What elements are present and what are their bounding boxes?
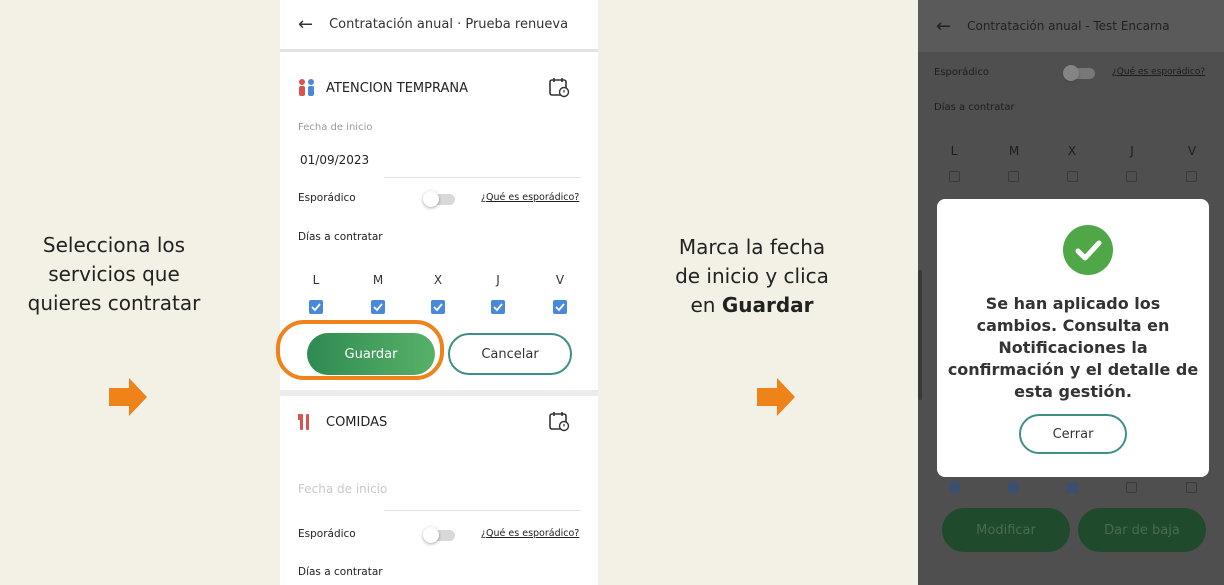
success-check-icon [1063,225,1113,275]
service-header-comidas: COMIDAS [296,408,580,436]
day-checkbox-v[interactable] [1186,171,1197,182]
start-date-field[interactable]: 01/09/2023 [300,153,369,167]
phone-screen-contract: ← Contratación anual · Prueba renueva AT… [280,0,598,585]
day-checkbox-j-lower[interactable] [1126,482,1137,493]
app-header: ← Contratación anual - Test Encarna [918,0,1224,52]
unsubscribe-button[interactable]: Dar de baja [1078,508,1206,552]
cutlery-icon [298,414,309,430]
instruction-line: en Guardar [652,291,852,320]
day-checkbox-l-lower[interactable] [949,482,960,493]
sporadic-toggle[interactable] [423,191,455,207]
sporadic-label: Esporádico [934,67,989,78]
day-label-l: L [950,144,958,158]
day-checkbox-m[interactable] [371,300,385,314]
day-checkbox-v-lower[interactable] [1186,482,1197,493]
close-button[interactable]: Cerrar [1019,414,1127,454]
message-line: cambios. Consulta en [976,316,1170,335]
divider [384,177,580,178]
instruction-bold: Guardar [721,293,814,317]
app-header: ← Contratación anual · Prueba renueva [280,0,598,52]
message-line: Notificaciones la [998,338,1148,357]
instruction-select-services: Selecciona los servicios que quieres con… [14,231,214,318]
day-checkbox-m-lower[interactable] [1008,482,1019,493]
instruction-line: quieres contratar [27,291,201,315]
days-label: Días a contratar [934,102,1015,113]
day-checkbox-j[interactable] [1126,171,1137,182]
sporadic-info-link[interactable]: ¿Qué es esporádico? [1112,67,1205,77]
sporadic-info-link[interactable]: ¿Qué es esporádico? [481,192,579,203]
days-label: Días a contratar [298,566,383,578]
confirmation-dialog: Se han aplicado los cambios. Consulta en… [937,199,1209,477]
phone-screen-confirmation: ← Contratación anual - Test Encarna Espo… [918,0,1224,585]
day-label-j: J [496,273,500,287]
day-checkbox-v[interactable] [553,300,567,314]
day-label-m: M [1008,144,1020,158]
message-line: esta gestión. [1014,382,1132,401]
service-name: COMIDAS [326,414,388,430]
message-line: Se han aplicado los [985,294,1161,313]
instruction-start-date: Marca la fecha de inicio y clica en Guar… [652,233,852,320]
sporadic-label: Esporádico [298,528,356,540]
back-arrow-icon[interactable]: ← [298,14,313,35]
scrollbar[interactable] [918,270,922,400]
instruction-line: de inicio y clica [675,264,829,288]
page-title: Contratación anual · Prueba renueva [329,17,569,32]
divider [384,510,580,511]
day-checkbox-j[interactable] [491,300,505,314]
back-arrow-icon[interactable]: ← [936,16,951,37]
day-checkbox-x[interactable] [1067,171,1078,182]
day-checkbox-x-lower[interactable] [1067,482,1078,493]
sporadic-info-link[interactable]: ¿Qué es esporádico? [481,528,579,539]
people-icon [299,79,314,96]
arrow-right-icon [757,378,795,416]
sporadic-toggle[interactable] [1063,65,1095,81]
day-label-v: V [555,273,565,287]
day-checkbox-l[interactable] [309,300,323,314]
calendar-icon[interactable] [548,410,570,432]
arrow-right-icon [109,378,147,416]
cancel-button[interactable]: Cancelar [448,333,572,375]
day-label-x: X [1067,144,1077,158]
sporadic-label: Esporádico [298,192,356,204]
section-separator [280,390,598,396]
modify-button[interactable]: Modificar [942,508,1070,552]
day-label-v: V [1187,144,1197,158]
day-checkbox-x[interactable] [431,300,445,314]
message-line: confirmación y el detalle de [947,360,1199,379]
instruction-prefix: en [690,293,716,317]
check-icon [373,303,383,312]
day-label-m: M [372,273,384,287]
sporadic-toggle[interactable] [423,527,455,543]
calendar-icon[interactable] [548,76,570,98]
instruction-line: Marca la fecha [678,235,826,259]
days-label: Días a contratar [298,231,383,243]
day-checkbox-l[interactable] [949,171,960,182]
day-checkbox-m[interactable] [1008,171,1019,182]
start-date-field[interactable]: Fecha de inicio [298,482,387,496]
confirmation-message: Se han aplicado los cambios. Consulta en… [947,293,1199,403]
save-highlight-outline [276,320,444,380]
check-icon [311,303,321,312]
day-label-j: J [1130,144,1134,158]
instruction-line: Selecciona los [42,233,186,257]
check-icon [555,303,565,312]
check-icon [433,303,443,312]
service-name: ATENCION TEMPRANA [326,80,468,96]
check-icon [493,303,503,312]
instruction-line: servicios que [48,262,180,286]
day-label-l: L [312,273,320,287]
service-header-atencion: ATENCION TEMPRANA [296,74,580,102]
start-date-label: Fecha de inicio [298,122,373,133]
day-label-x: X [433,273,443,287]
page-title: Contratación anual - Test Encarna [967,19,1170,33]
